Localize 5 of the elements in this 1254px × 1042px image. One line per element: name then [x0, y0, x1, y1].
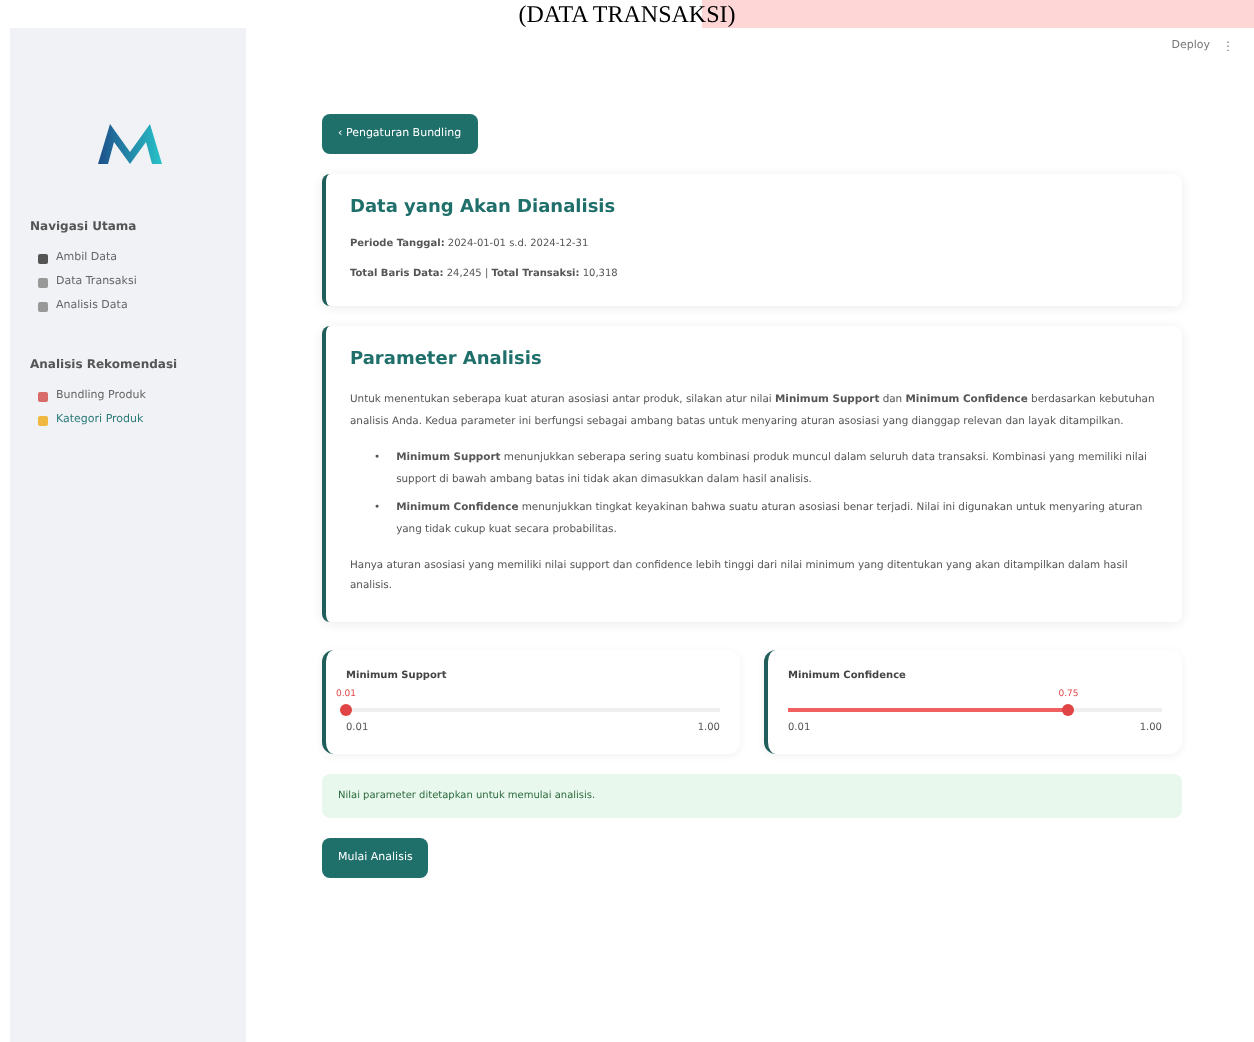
document-caption: (DATA TRANSAKSI): [518, 0, 736, 28]
slider-thumb[interactable]: [340, 704, 352, 717]
slider-thumb[interactable]: [1062, 704, 1075, 717]
card-title: Data yang Akan Dianalisis: [350, 198, 618, 218]
card-title: Parameter Analisis: [350, 350, 544, 370]
